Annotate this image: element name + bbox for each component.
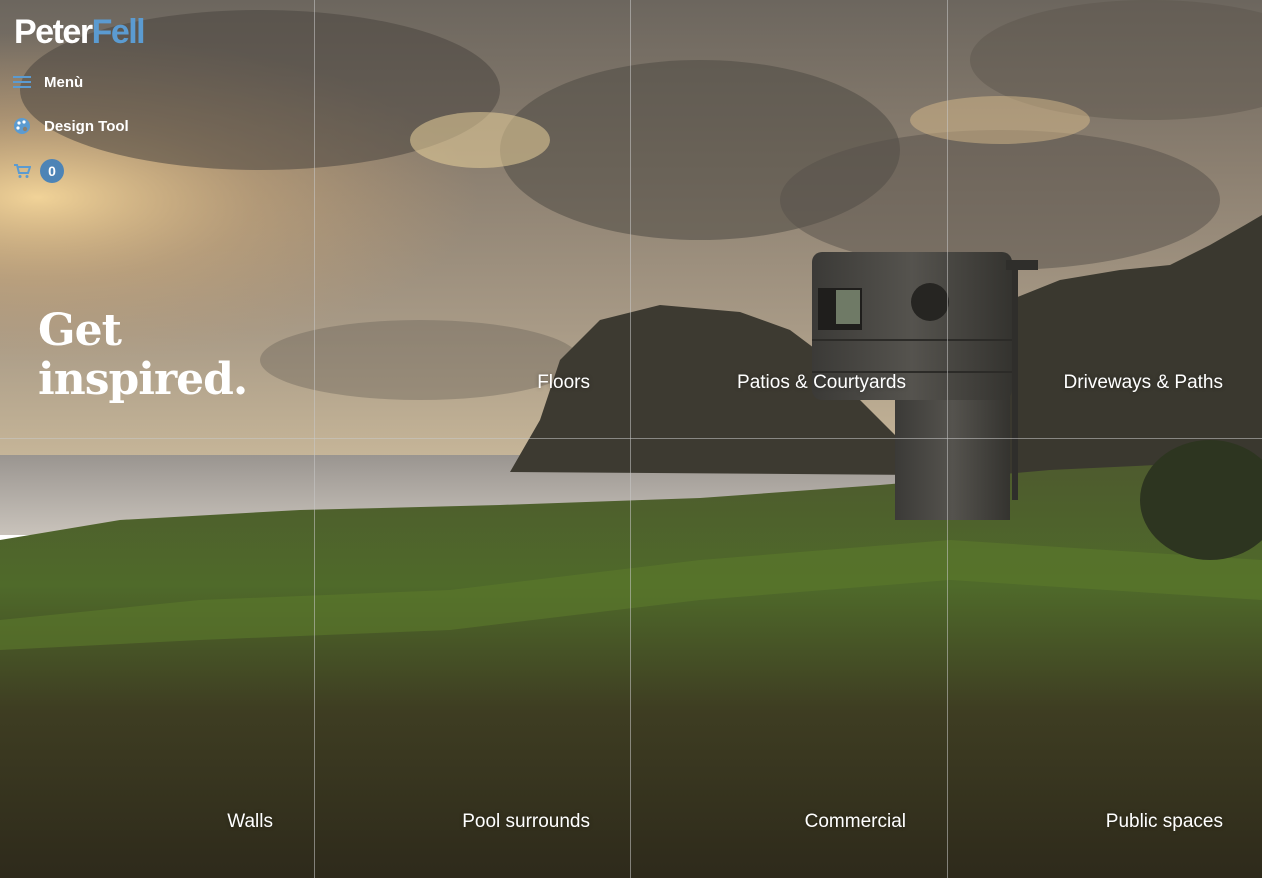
cart-count-badge: 0 (40, 159, 64, 183)
cart-icon (12, 161, 32, 181)
category-driveways-link[interactable]: Driveways & Paths (1064, 372, 1223, 394)
category-public-spaces-link[interactable]: Public spaces (1106, 811, 1223, 833)
design-tool-button[interactable]: Design Tool (12, 116, 129, 136)
hero-background-image (0, 0, 1262, 878)
hamburger-icon (12, 72, 32, 92)
category-commercial-link[interactable]: Commercial (805, 811, 906, 833)
brand-logo-part2: Fell (91, 13, 146, 51)
grid-line (314, 0, 315, 878)
category-walls-link[interactable]: Walls (227, 811, 273, 833)
design-tool-label: Design Tool (44, 117, 129, 135)
menu-button[interactable]: Menù (12, 72, 83, 92)
palette-icon (12, 116, 32, 136)
grid-line (0, 438, 1262, 439)
hero-heading-line2: inspired. (38, 354, 248, 405)
category-patios-link[interactable]: Patios & Courtyards (737, 372, 906, 394)
menu-label: Menù (44, 73, 84, 91)
hero-heading: Get inspired. (38, 305, 248, 405)
category-floors-link[interactable]: Floors (537, 372, 590, 394)
brand-logo[interactable]: PeterFell (14, 12, 146, 52)
category-pool-surrounds-link[interactable]: Pool surrounds (462, 811, 590, 833)
grid-line (630, 0, 631, 878)
cart-button[interactable]: 0 (12, 159, 64, 183)
brand-logo-part1: Peter (14, 13, 93, 51)
grid-line (947, 0, 948, 878)
hero-heading-line1: Get (38, 305, 122, 356)
